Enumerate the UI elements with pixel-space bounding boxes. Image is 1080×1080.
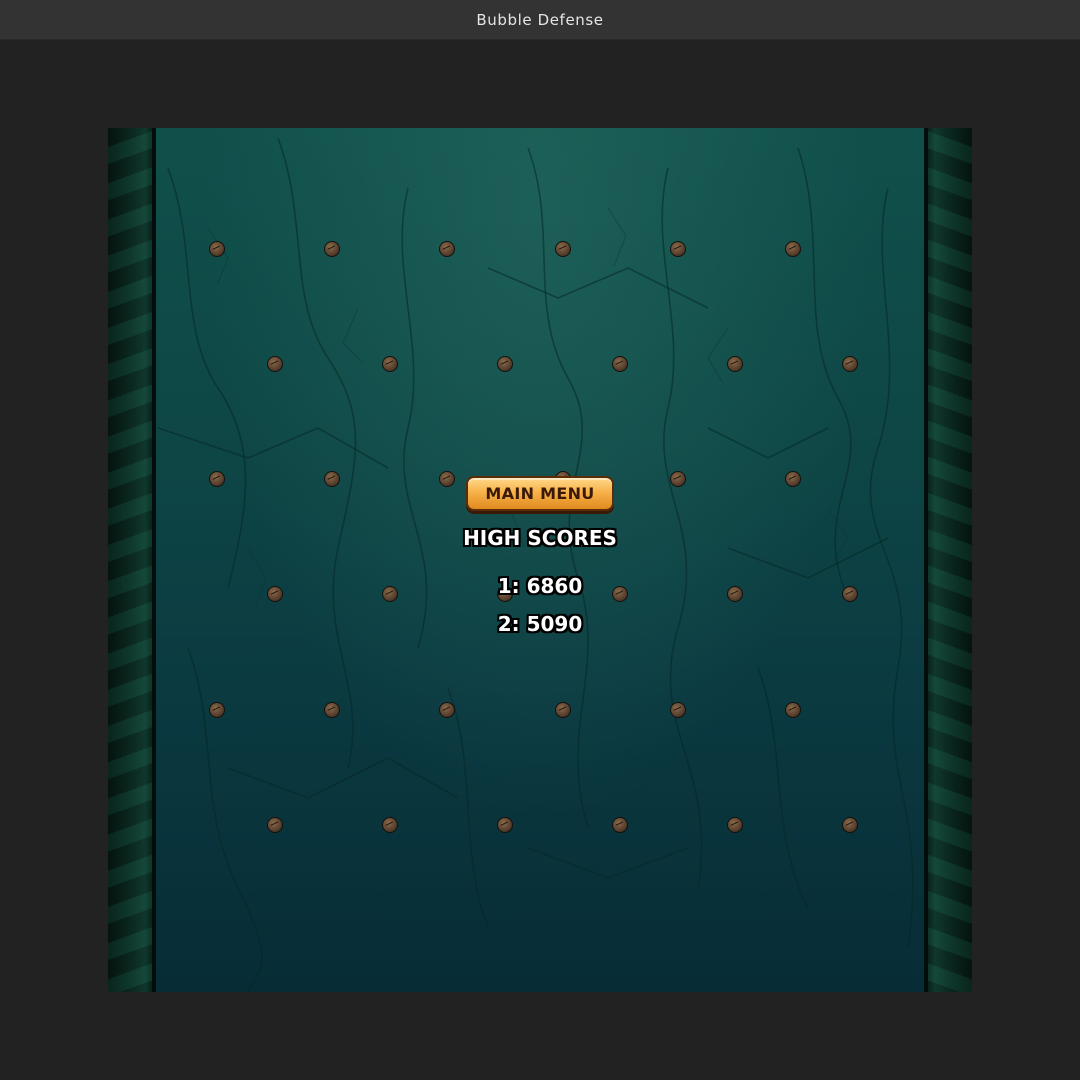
peg-icon: [842, 586, 858, 602]
window-title: Bubble Defense: [476, 10, 604, 29]
right-wall-edge: [924, 128, 928, 992]
peg-icon: [670, 241, 686, 257]
peg-icon: [267, 817, 283, 833]
peg-icon: [324, 241, 340, 257]
peg-icon: [612, 817, 628, 833]
peg-icon: [439, 471, 455, 487]
peg-icon: [382, 817, 398, 833]
peg-icon: [785, 241, 801, 257]
high-score-entry: 1: 6860: [497, 574, 583, 598]
peg-icon: [439, 702, 455, 718]
rock-texture-background: [157, 137, 914, 992]
peg-icon: [324, 702, 340, 718]
peg-icon: [842, 356, 858, 372]
peg-icon: [267, 356, 283, 372]
left-wall-edge: [152, 128, 156, 992]
peg-icon: [324, 471, 340, 487]
window-titlebar: Bubble Defense: [0, 0, 1080, 40]
peg-icon: [555, 241, 571, 257]
left-rock-wall: [108, 128, 154, 992]
high-score-entry: 2: 5090: [497, 612, 583, 636]
main-menu-label: MAIN MENU: [485, 484, 595, 503]
peg-icon: [785, 471, 801, 487]
peg-icon: [555, 702, 571, 718]
peg-icon: [727, 817, 743, 833]
peg-icon: [209, 471, 225, 487]
main-menu-button[interactable]: MAIN MENU: [466, 476, 614, 511]
peg-icon: [209, 702, 225, 718]
peg-icon: [785, 702, 801, 718]
peg-icon: [497, 817, 513, 833]
peg-icon: [267, 586, 283, 602]
peg-icon: [727, 586, 743, 602]
peg-icon: [670, 471, 686, 487]
right-rock-wall: [926, 128, 972, 992]
high-scores-heading: HIGH SCORES: [463, 526, 617, 550]
peg-icon: [727, 356, 743, 372]
peg-icon: [439, 241, 455, 257]
peg-icon: [497, 356, 513, 372]
peg-icon: [209, 241, 225, 257]
peg-icon: [670, 702, 686, 718]
peg-icon: [382, 356, 398, 372]
game-board[interactable]: MAIN MENU HIGH SCORES 1: 6860 2: 5090: [108, 128, 972, 992]
peg-icon: [612, 356, 628, 372]
peg-icon: [842, 817, 858, 833]
